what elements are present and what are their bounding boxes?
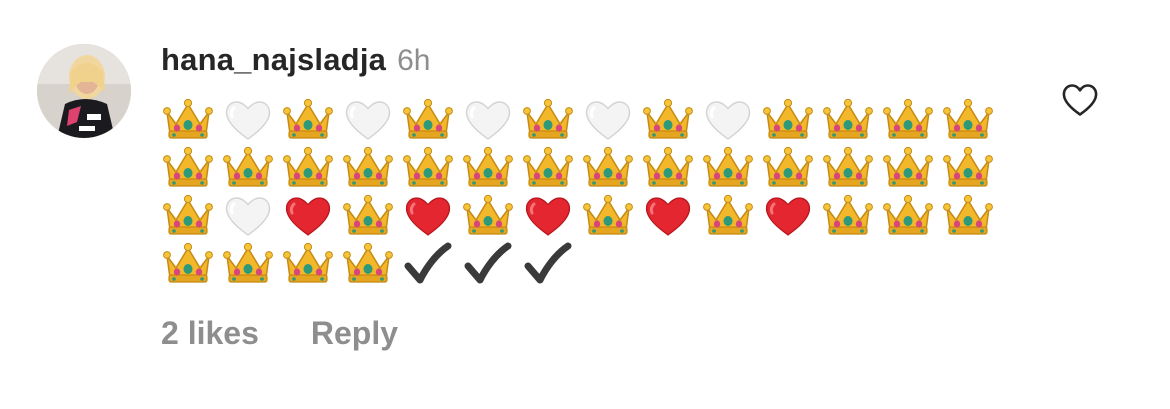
white-heart-icon [582, 96, 642, 144]
crown-icon [822, 144, 882, 192]
crown-icon [282, 96, 342, 144]
crown-icon [162, 240, 222, 288]
crown-icon [702, 192, 762, 240]
crown-icon [162, 144, 222, 192]
crown-icon [222, 240, 282, 288]
crown-icon [702, 144, 762, 192]
crown-icon [342, 240, 402, 288]
white-heart-icon [222, 192, 282, 240]
crown-icon [882, 192, 942, 240]
white-heart-icon [702, 96, 762, 144]
crown-icon [762, 144, 822, 192]
emoji-row [162, 192, 1002, 240]
crown-icon [642, 144, 702, 192]
red-heart-icon [762, 192, 822, 240]
crown-icon [642, 96, 702, 144]
heart-outline-icon [1062, 84, 1098, 116]
red-heart-icon [402, 192, 462, 240]
crown-icon [282, 144, 342, 192]
crown-icon [162, 96, 222, 144]
comment-actions: 2 likes Reply [161, 315, 398, 352]
red-heart-icon [522, 192, 582, 240]
white-heart-icon [342, 96, 402, 144]
reply-button[interactable]: Reply [311, 315, 398, 352]
comment: hana_najsladja 6h 2 likes Reply [0, 0, 1170, 409]
crown-icon [462, 144, 522, 192]
crown-icon [942, 144, 1002, 192]
crown-icon [342, 144, 402, 192]
username[interactable]: hana_najsladja [161, 42, 386, 78]
like-comment-button[interactable] [1061, 82, 1099, 118]
red-heart-icon [282, 192, 342, 240]
crown-icon [822, 96, 882, 144]
crown-icon [462, 192, 522, 240]
crown-icon [282, 240, 342, 288]
likes-count[interactable]: 2 likes [161, 315, 259, 352]
crown-icon [942, 96, 1002, 144]
crown-icon [522, 96, 582, 144]
crown-icon [402, 144, 462, 192]
crown-icon [162, 192, 222, 240]
crown-icon [522, 144, 582, 192]
check-mark-icon [522, 240, 582, 288]
comment-text [162, 96, 1002, 288]
crown-icon [342, 192, 402, 240]
comment-header: hana_najsladja 6h [161, 42, 430, 86]
emoji-row [162, 240, 1002, 288]
timestamp[interactable]: 6h [397, 44, 430, 78]
crown-icon [222, 144, 282, 192]
crown-icon [942, 192, 1002, 240]
emoji-row [162, 96, 1002, 144]
check-mark-icon [462, 240, 522, 288]
check-mark-icon [402, 240, 462, 288]
crown-icon [882, 96, 942, 144]
crown-icon [822, 192, 882, 240]
white-heart-icon [462, 96, 522, 144]
crown-icon [402, 96, 462, 144]
crown-icon [582, 192, 642, 240]
emoji-row [162, 144, 1002, 192]
crown-icon [882, 144, 942, 192]
crown-icon [582, 144, 642, 192]
white-heart-icon [222, 96, 282, 144]
crown-icon [762, 96, 822, 144]
avatar[interactable] [37, 44, 131, 138]
red-heart-icon [642, 192, 702, 240]
